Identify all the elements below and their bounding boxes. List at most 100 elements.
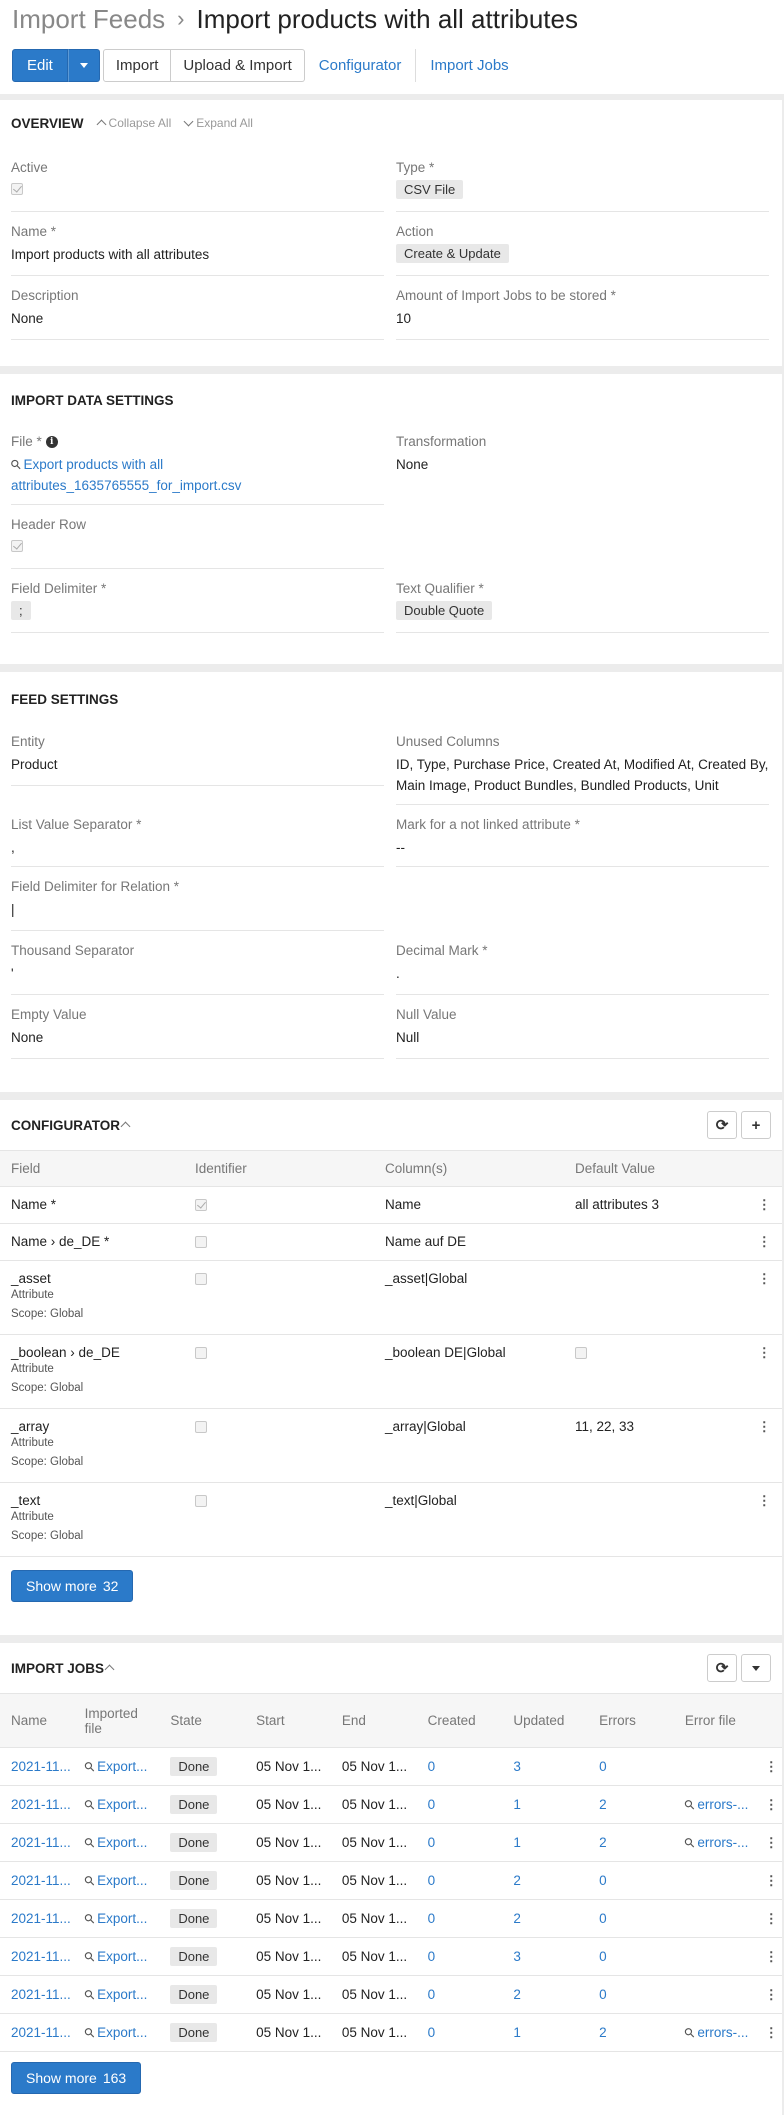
edit-dropdown-button[interactable] [67, 49, 100, 82]
updated-count-link[interactable]: 1 [513, 1835, 521, 1850]
job-name-link[interactable]: 2021-11... [11, 1873, 71, 1888]
end-value: 05 Nov 1... [334, 1861, 421, 1900]
more-actions-button[interactable] [741, 1654, 771, 1682]
imported-file-link[interactable]: Export... [97, 1835, 147, 1850]
updated-count-link[interactable]: 1 [513, 1797, 521, 1812]
empty-value-value: None [11, 1030, 44, 1045]
job-name-link[interactable]: 2021-11... [11, 2025, 71, 2040]
configurator-row[interactable]: _text Attribute Scope: Global _text|Global ⋮ [0, 1482, 782, 1557]
row-actions-icon[interactable]: ⋮ [757, 1975, 782, 2014]
job-name-link[interactable]: 2021-11... [11, 1759, 71, 1774]
updated-count-link[interactable]: 2 [513, 1911, 521, 1926]
file-link[interactable]: Export products with all attributes_1635… [11, 457, 241, 493]
job-name-link[interactable]: 2021-11... [11, 1987, 71, 2002]
info-icon[interactable]: i [45, 436, 58, 449]
add-button[interactable]: + [741, 1111, 771, 1139]
errors-count-link[interactable]: 2 [599, 2025, 607, 2040]
collapse-all-link[interactable]: Collapse All [96, 116, 172, 130]
imported-file-link[interactable]: Export... [97, 1873, 147, 1888]
updated-count-link[interactable]: 3 [513, 1949, 521, 1964]
show-more-label: Show more [26, 1578, 97, 1594]
row-actions-icon[interactable]: ⋮ [757, 2013, 782, 2052]
row-actions-icon[interactable]: ⋮ [746, 1223, 782, 1261]
created-count-link[interactable]: 0 [428, 1835, 436, 1850]
errors-count-link[interactable]: 2 [599, 1835, 607, 1850]
imported-file-link[interactable]: Export... [97, 1797, 147, 1812]
configurator-show-more-button[interactable]: Show more 32 [11, 1570, 134, 1602]
row-actions-icon[interactable]: ⋮ [746, 1482, 782, 1557]
row-actions-icon[interactable]: ⋮ [746, 1408, 782, 1483]
null-value-label: Null Value [396, 1007, 457, 1022]
mark-not-linked-value: -- [396, 840, 405, 855]
imported-file-link[interactable]: Export... [97, 1759, 147, 1774]
imported-file-link[interactable]: Export... [97, 1911, 147, 1926]
errors-count-link[interactable]: 2 [599, 1797, 607, 1812]
row-actions-icon[interactable]: ⋮ [757, 1937, 782, 1976]
configurator-row[interactable]: Name * Name all attributes 3 ⋮ [0, 1186, 782, 1224]
chevron-up-icon[interactable] [120, 1121, 131, 1132]
configurator-link[interactable]: Configurator [305, 49, 416, 82]
row-actions-icon[interactable]: ⋮ [757, 1861, 782, 1900]
errors-count-link[interactable]: 0 [599, 1873, 607, 1888]
column-header-created: Created [420, 1693, 507, 1748]
error-file-link[interactable]: errors-... [697, 1835, 748, 1850]
collapse-all-label: Collapse All [108, 116, 172, 130]
mark-not-linked-label: Mark for a not linked attribute * [396, 817, 580, 832]
row-actions-icon[interactable]: ⋮ [746, 1186, 782, 1224]
updated-count-link[interactable]: 2 [513, 1987, 521, 2002]
imported-file-link[interactable]: Export... [97, 1987, 147, 2002]
job-name-link[interactable]: 2021-11... [11, 1835, 71, 1850]
paperclip-icon: ⚲ [80, 1871, 98, 1889]
row-actions-icon[interactable]: ⋮ [757, 1747, 782, 1786]
created-count-link[interactable]: 0 [428, 1911, 436, 1926]
job-name-link[interactable]: 2021-11... [11, 1911, 71, 1926]
configurator-row[interactable]: _array Attribute Scope: Global _array|Globa… [0, 1408, 782, 1483]
created-count-link[interactable]: 0 [428, 2025, 436, 2040]
imported-file-link[interactable]: Export... [97, 2025, 147, 2040]
imported-file-link[interactable]: Export... [97, 1949, 147, 1964]
configurator-row[interactable]: _boolean › de_DE Attribute Scope: Global _b… [0, 1334, 782, 1409]
created-count-link[interactable]: 0 [428, 1759, 436, 1774]
errors-count-link[interactable]: 0 [599, 1759, 607, 1774]
row-actions-icon[interactable]: ⋮ [757, 1899, 782, 1938]
updated-count-link[interactable]: 1 [513, 2025, 521, 2040]
import-job-row: 2021-11... ⚲Export... Done 05 Nov 1... 05 No… [0, 1899, 782, 1938]
expand-all-link[interactable]: Expand All [183, 116, 253, 130]
description-value: None [11, 311, 44, 326]
error-file-link[interactable]: errors-... [697, 1797, 748, 1812]
updated-count-link[interactable]: 3 [513, 1759, 521, 1774]
chevron-up-icon[interactable] [104, 1664, 115, 1675]
errors-count-link[interactable]: 0 [599, 1949, 607, 1964]
errors-count-link[interactable]: 0 [599, 1987, 607, 2002]
import-jobs-title[interactable]: IMPORT JOBS [11, 1661, 104, 1676]
created-count-link[interactable]: 0 [428, 1987, 436, 2002]
job-name-link[interactable]: 2021-11... [11, 1949, 71, 1964]
state-badge: Done [170, 1795, 218, 1814]
import-jobs-show-more-button[interactable]: Show more 163 [11, 2062, 142, 2094]
created-count-link[interactable]: 0 [428, 1797, 436, 1812]
edit-button[interactable]: Edit [12, 49, 68, 82]
job-name-link[interactable]: 2021-11... [11, 1797, 71, 1812]
row-actions-icon[interactable]: ⋮ [746, 1260, 782, 1335]
row-actions-icon[interactable]: ⋮ [746, 1334, 782, 1409]
refresh-button[interactable]: ⟳ [707, 1654, 737, 1682]
breadcrumb-import-feeds[interactable]: Import Feeds [12, 4, 165, 35]
refresh-button[interactable]: ⟳ [707, 1111, 737, 1139]
errors-count-link[interactable]: 0 [599, 1911, 607, 1926]
error-file-link[interactable]: errors-... [697, 2025, 748, 2040]
updated-count-link[interactable]: 2 [513, 1873, 521, 1888]
row-actions-icon[interactable]: ⋮ [757, 1823, 782, 1862]
overview-panel: OVERVIEW Collapse All Expand All Active … [0, 100, 782, 366]
import-job-row: 2021-11... ⚲Export... Done 05 Nov 1... 05 No… [0, 1785, 782, 1824]
created-count-link[interactable]: 0 [428, 1873, 436, 1888]
configurator-title[interactable]: CONFIGURATOR [11, 1118, 120, 1133]
configurator-row[interactable]: Name › de_DE * Name auf DE ⋮ [0, 1223, 782, 1261]
active-checkbox [11, 182, 23, 195]
configurator-row[interactable]: _asset Attribute Scope: Global _asset|Globa… [0, 1260, 782, 1335]
column-header-end: End [334, 1693, 421, 1748]
upload-import-button[interactable]: Upload & Import [171, 49, 305, 82]
created-count-link[interactable]: 0 [428, 1949, 436, 1964]
import-button[interactable]: Import [102, 49, 172, 82]
import-jobs-link[interactable]: Import Jobs [415, 49, 522, 82]
row-actions-icon[interactable]: ⋮ [757, 1785, 782, 1824]
